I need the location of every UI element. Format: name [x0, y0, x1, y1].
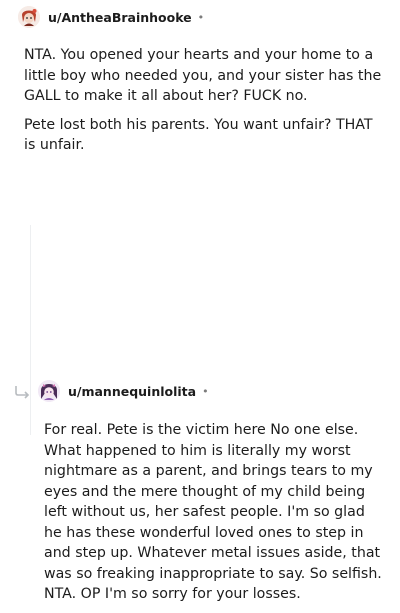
purple-lolita-avatar-icon[interactable]	[38, 380, 60, 402]
comment-2-paragraph-1: For real. Pete is the victim here No one…	[44, 422, 382, 602]
comment-2-separator: •	[202, 384, 209, 398]
comment-1-paragraph-2: Pete lost both his parents. You want unf…	[24, 116, 373, 154]
comment-2-body: For real. Pete is the victim here No one…	[44, 420, 384, 613]
comment-1-header: u/AntheaBrainhooke •	[18, 6, 204, 28]
comment-1-body: NTA. You opened your hearts and your hom…	[24, 45, 384, 164]
comment-2-username[interactable]: u/mannequinlolita	[68, 384, 196, 399]
thread-line[interactable]	[30, 225, 31, 435]
comment-1-separator: •	[197, 10, 205, 24]
comment-1-username[interactable]: u/AntheaBrainhooke	[48, 10, 192, 25]
red-hair-avatar-icon[interactable]	[18, 6, 40, 28]
reply-arrow-icon	[14, 384, 32, 399]
comment-1-paragraph-1: NTA. You opened your hearts and your hom…	[24, 47, 382, 104]
comment-2-header: u/mannequinlolita •	[14, 380, 209, 402]
